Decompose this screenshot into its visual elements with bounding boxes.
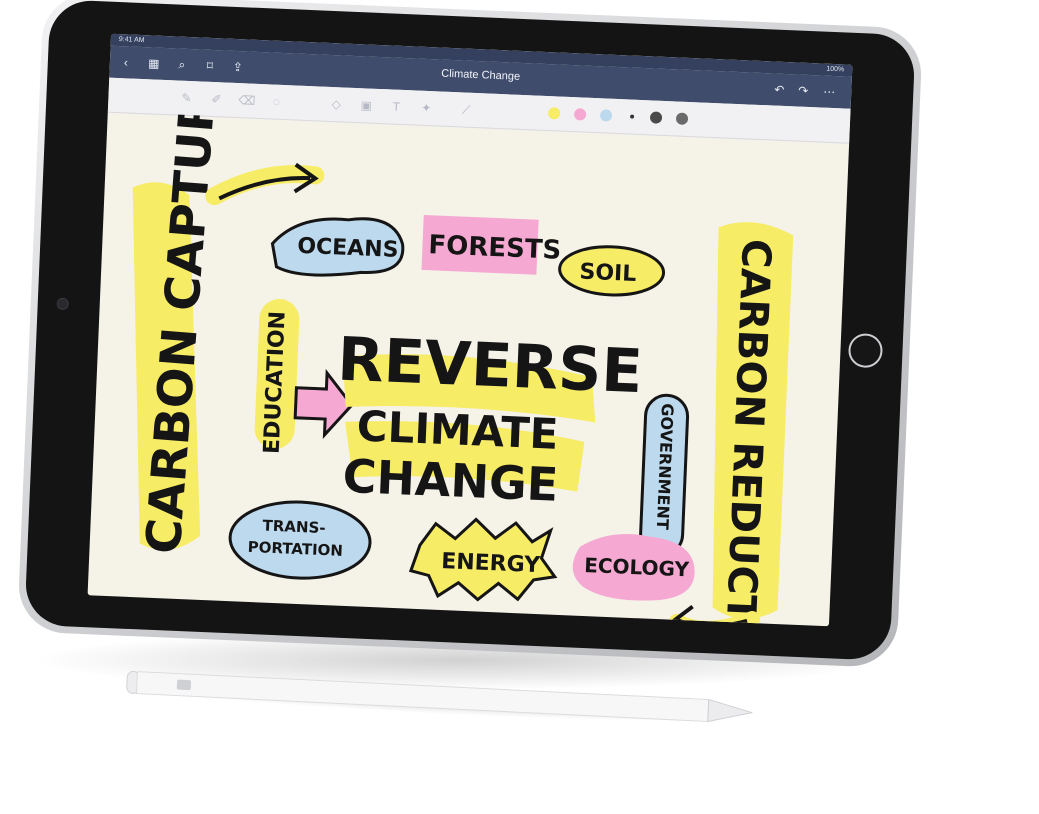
headline-line-1: REVERSE (336, 325, 644, 408)
stroke-size-large[interactable] (675, 112, 689, 125)
drawing-canvas[interactable]: CARBON CAPTURE OCEANS FORESTS SOIL EDUCA… (88, 112, 850, 627)
ruler-icon[interactable]: ⟋ (458, 101, 475, 118)
pencil-tip (707, 698, 753, 723)
ipad-device: 9:41 AM 100% ‹ ▦ ⌕ ⌑ ⇪ Climate Change ↶ … (16, 0, 924, 669)
lasso-icon[interactable]: ◌ (268, 93, 285, 110)
status-time: 9:41 AM (118, 36, 145, 45)
sketch-layer: CARBON CAPTURE OCEANS FORESTS SOIL EDUCA… (132, 112, 794, 627)
label-forests: FORESTS (428, 230, 562, 266)
stroke-size-small[interactable] (629, 114, 635, 119)
label-soil: SOIL (579, 260, 637, 287)
front-camera (56, 297, 69, 311)
headline-line-3: CHANGE (342, 449, 560, 512)
label-energy: ENERGY (441, 549, 542, 578)
battery-level: 100% (826, 65, 845, 74)
color-swatch-yellow[interactable] (547, 107, 561, 120)
app-screen: 9:41 AM 100% ‹ ▦ ⌕ ⌑ ⇪ Climate Change ↶ … (87, 33, 853, 627)
color-swatch-pink[interactable] (573, 108, 587, 121)
shape-icon[interactable]: ◇ (328, 96, 345, 113)
pencil-band (176, 679, 192, 691)
home-button[interactable] (847, 332, 884, 369)
image-icon[interactable]: ▣ (358, 97, 375, 114)
ipad-bezel: 9:41 AM 100% ‹ ▦ ⌕ ⌑ ⇪ Climate Change ↶ … (24, 0, 916, 661)
stroke-size-medium[interactable] (649, 111, 663, 124)
color-swatch-blue[interactable] (599, 109, 613, 122)
text-icon[interactable]: T (388, 98, 405, 115)
eraser-icon[interactable]: ⌫ (238, 92, 256, 109)
label-transportation-1: TRANS- (262, 516, 326, 537)
redo-icon[interactable]: ↷ (795, 82, 812, 99)
pen-icon[interactable]: ✎ (178, 90, 195, 107)
undo-icon[interactable]: ↶ (771, 81, 788, 98)
label-ecology: ECOLOGY (584, 553, 690, 581)
more-icon[interactable]: ⋯ (821, 84, 838, 101)
laser-icon[interactable]: ✦ (418, 100, 435, 117)
highlighter-icon[interactable]: ✐ (208, 91, 225, 108)
label-oceans: OCEANS (297, 234, 399, 263)
